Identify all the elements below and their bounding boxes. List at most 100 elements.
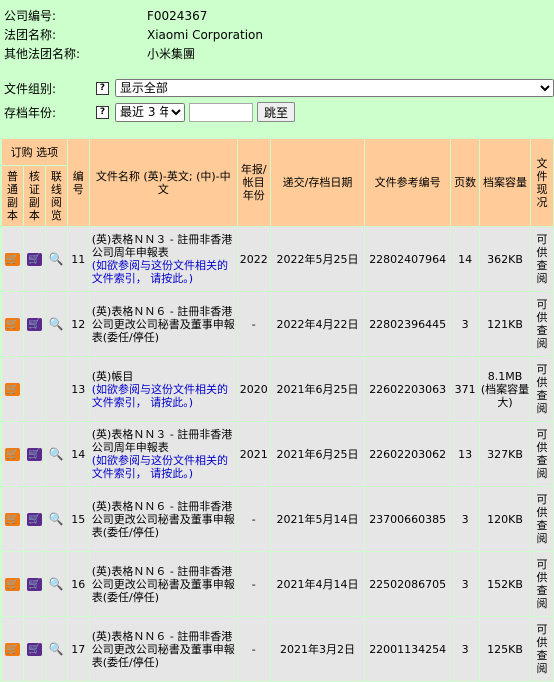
doc-size: 121KB	[480, 292, 530, 356]
other-name-label: 其他法团名称:	[4, 47, 81, 61]
other-name-value: 小米集團	[147, 47, 196, 61]
index-link[interactable]: (如欲参阅与这份文件相关的文件索引， 请按此。)	[92, 454, 228, 480]
document-name-cell: (英)表格ＮＮ６ - 註冊非香港公司更改公司秘書及董事申報表(委任/停任)	[89, 552, 237, 616]
ref-header: 文件参考编号	[365, 139, 451, 226]
group-filter-row: 文件组别: ? 显示全部	[4, 76, 554, 100]
size-header: 档案容量	[480, 139, 530, 226]
cart-icon[interactable]: 🛒	[4, 383, 20, 396]
online-cell: 🔍	[45, 487, 67, 551]
document-name-cell: (英)表格ＮＮ３ - 註冊非香港公司周年申報表 (如欲参阅与这份文件相关的文件索引…	[89, 227, 237, 291]
year-select[interactable]: 最近 3 年	[115, 102, 185, 122]
doc-size: 152KB	[480, 552, 530, 616]
document-name-cell: (英)帳目 (如欲参阅与这份文件相关的文件索引， 请按此。)	[89, 357, 237, 421]
cart-icon[interactable]: 🛒	[4, 253, 20, 266]
doc-size: 327KB	[480, 422, 530, 486]
doc-status-cell: 可供查阅	[530, 487, 553, 551]
question-icon[interactable]: ?	[95, 81, 109, 95]
certified-cart-icon[interactable]: 🛒	[26, 513, 42, 526]
certified-cart-icon[interactable]: 🛒	[26, 578, 42, 591]
doc-ref: 22001134254	[365, 617, 451, 681]
doc-status-cell: 可供查阅	[530, 617, 553, 681]
view-online-icon[interactable]: 🔍	[49, 447, 64, 461]
online-cell: 🔍	[45, 227, 67, 291]
certified-cart-icon[interactable]: 🛒	[26, 643, 42, 656]
company-name-value: Xiaomi Corporation	[147, 28, 263, 42]
doc-pages: 14	[451, 227, 480, 291]
doc-ref: 22602203062	[365, 422, 451, 486]
doc-year: -	[237, 292, 270, 356]
doc-ref: 22802396445	[365, 292, 451, 356]
certified-cart-icon[interactable]: 🛒	[26, 448, 42, 461]
view-online-icon[interactable]: 🔍	[49, 252, 64, 266]
document-name-cell: (英)表格ＮＮ６ - 註冊非香港公司更改公司秘書及董事申報表(委任/停任)	[89, 487, 237, 551]
view-online-icon[interactable]: 🔍	[49, 317, 64, 331]
document-name-cell: (英)表格ＮＮ３ - 註冊非香港公司周年申報表 (如欲参阅与这份文件相关的文件索引…	[89, 422, 237, 486]
doc-year: -	[237, 487, 270, 551]
table-row: 🛒 🛒 🔍 15 (英)表格ＮＮ６ - 註冊非香港公司更改公司秘書及董事申報表(委任/停…	[2, 487, 553, 551]
copy-header: 普通副本	[2, 166, 23, 226]
cart-icon[interactable]: 🛒	[4, 643, 20, 656]
certified-cart-icon[interactable]: 🛒	[26, 253, 42, 266]
table-row: 🛒 🛒 🔍 12 (英)表格ＮＮ６ - 註冊非香港公司更改公司秘書及董事申報表(委任/停…	[2, 292, 553, 356]
company-number-value: F0024367	[147, 9, 208, 23]
cert-cell: 🛒	[23, 227, 45, 291]
row-number: 11	[67, 227, 89, 291]
cert-cell: 🛒	[23, 617, 45, 681]
cert-header: 核证副本	[23, 166, 45, 226]
copy-cell: 🛒	[2, 487, 23, 551]
cart-icon[interactable]: 🛒	[4, 318, 20, 331]
doc-year: -	[237, 617, 270, 681]
doc-year: 2020	[237, 357, 270, 421]
copy-cell: 🛒	[2, 227, 23, 291]
copy-cell: 🛒	[2, 292, 23, 356]
year-input[interactable]	[189, 102, 253, 122]
view-online-icon[interactable]: 🔍	[49, 642, 64, 656]
doc-year: -	[237, 552, 270, 616]
row-number: 17	[67, 617, 89, 681]
document-name: (英)表格ＮＮ６ - 註冊非香港公司更改公司秘書及董事申報表(委任/停任)	[91, 629, 235, 669]
certified-cart-icon[interactable]: 🛒	[26, 318, 42, 331]
cart-icon[interactable]: 🛒	[4, 448, 20, 461]
other-name-row: 其他法团名称: 小米集團	[4, 45, 263, 64]
doc-status-cell: 可供查阅	[530, 227, 553, 291]
doc-status-cell: 可供查阅	[530, 552, 553, 616]
document-name: (英)表格ＮＮ６ - 註冊非香港公司更改公司秘書及董事申報表(委任/停任)	[91, 499, 235, 539]
doc-ref: 22602203063	[365, 357, 451, 421]
group-select[interactable]: 显示全部	[114, 79, 554, 97]
doc-pages: 3	[451, 487, 480, 551]
doc-date: 2021年4月14日	[270, 552, 365, 616]
online-header: 联线阅览	[45, 166, 67, 226]
document-name-cell: (英)表格ＮＮ６ - 註冊非香港公司更改公司秘書及董事申報表(委任/停任)	[89, 292, 237, 356]
doc-status-cell: 可供查阅	[530, 422, 553, 486]
online-cell	[45, 357, 67, 421]
view-online-icon[interactable]: 🔍	[49, 577, 64, 591]
online-cell: 🔍	[45, 552, 67, 616]
doc-pages: 3	[451, 552, 480, 616]
status-header: 文件现况	[530, 139, 553, 226]
view-online-icon[interactable]: 🔍	[49, 512, 64, 526]
cert-cell	[23, 357, 45, 421]
doc-year: 2021	[237, 422, 270, 486]
doc-status: 可供查阅	[536, 233, 548, 285]
year-filter-row: 存档年份: ? 最近 3 年 跳至	[4, 100, 554, 124]
row-number: 16	[67, 552, 89, 616]
company-number-label: 公司编号:	[4, 9, 57, 23]
cart-icon[interactable]: 🛒	[4, 513, 20, 526]
row-number: 12	[67, 292, 89, 356]
index-link[interactable]: (如欲参阅与这份文件相关的文件索引， 请按此。)	[92, 383, 228, 409]
cert-cell: 🛒	[23, 292, 45, 356]
cert-cell: 🛒	[23, 422, 45, 486]
doc-status: 可供查阅	[536, 363, 548, 415]
online-cell: 🔍	[45, 422, 67, 486]
go-button[interactable]: 跳至	[257, 102, 296, 122]
doc-status-cell: 可供查阅	[530, 357, 553, 421]
question-icon[interactable]: ?	[96, 105, 109, 119]
table-row: 🛒 🛒 🔍 17 (英)表格ＮＮ６ - 註冊非香港公司更改公司秘書及董事申報表(委任/停…	[2, 617, 553, 681]
document-name-cell: (英)表格ＮＮ６ - 註冊非香港公司更改公司秘書及董事申報表(委任/停任)	[89, 617, 237, 681]
cart-icon[interactable]: 🛒	[4, 578, 20, 591]
doc-status: 可供查阅	[536, 428, 548, 480]
company-info: 公司编号: F0024367 法团名称: Xiaomi Corporation …	[4, 7, 263, 64]
index-link[interactable]: (如欲参阅与这份文件相关的文件索引， 请按此。)	[92, 259, 228, 285]
copy-cell: 🛒	[2, 357, 23, 421]
document-name: (英)表格ＮＮ６ - 註冊非香港公司更改公司秘書及董事申報表(委任/停任)	[91, 304, 235, 344]
